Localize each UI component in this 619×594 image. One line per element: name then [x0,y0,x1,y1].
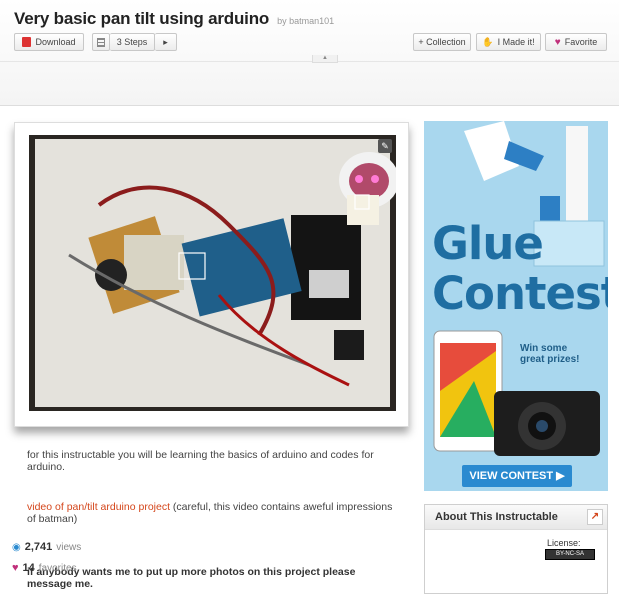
about-heading: About This Instructable ↗ [425,505,607,530]
ad-title-line2: Contest [432,267,608,320]
license-badge[interactable]: BY-NC-SA [545,549,595,560]
download-label: Download [35,37,76,47]
eye-icon: ◉ [12,542,21,553]
page-title: Very basic pan tilt using arduino [14,9,270,28]
views-stat: ◉ 2,741 views [12,541,81,553]
favorite-label: Favorite [564,37,598,47]
about-heading-text: About This Instructable [435,511,558,523]
favorites-stat: ♥ 14 favorites [12,562,77,574]
ad-title: Glue Contest [432,219,608,319]
glue-contest-ad[interactable]: Glue Contest Win some great prizes! VIEW… [424,121,608,491]
title-row: Very basic pan tilt using arduino by bat… [14,9,334,29]
license-label: License: [547,538,581,548]
video-paragraph: video of pan/tilt arduino project (caref… [27,501,397,525]
views-label: views [56,542,82,553]
arduino-pan-tilt-image [29,135,396,411]
download-button[interactable]: Download [14,33,84,51]
favorite-button[interactable]: ♥ Favorite [545,33,607,51]
i-made-it-label: I Made it! [497,37,535,47]
ad-win-line1: Win some [520,343,568,354]
favorites-label: favorites [38,563,77,574]
closing-text: if anybody wants me to put up more photo… [27,566,356,590]
main-photo-frame: ✎ [14,122,409,427]
i-made-it-button[interactable]: ✋ I Made it! [476,33,541,51]
chart-icon[interactable]: ↗ [587,509,603,525]
heart-icon: ♥ [12,562,19,574]
steps-button[interactable]: 3 Steps [110,33,155,51]
heart-icon: ♥ [554,36,561,48]
hand-icon: ✋ [482,36,494,47]
expand-icon[interactable]: ✎ [378,139,392,153]
next-step-button[interactable]: ▸ [155,33,177,51]
collapse-toggle[interactable]: ▲ [312,55,338,63]
pdf-icon [22,37,32,47]
author-byline[interactable]: by batman101 [277,16,334,26]
views-count: 2,741 [24,541,53,553]
list-icon [97,37,105,47]
steps-list-button[interactable] [92,33,110,51]
ad-title-line1: Glue [432,217,544,270]
page-header: Very basic pan tilt using arduino by bat… [0,0,619,106]
view-contest-button[interactable]: VIEW CONTEST ▶ [462,465,572,487]
video-link[interactable]: video of pan/tilt arduino project [27,501,170,513]
header-divider [0,61,619,62]
intro-text: for this instructable you will be learni… [27,449,374,473]
ad-win-line2: great prizes! [520,354,580,365]
ad-prize-text: Win some great prizes! [520,343,579,365]
add-collection-button[interactable]: + Collection [413,33,471,51]
project-photo[interactable]: ✎ [29,135,396,411]
favorites-count: 14 [22,562,35,574]
